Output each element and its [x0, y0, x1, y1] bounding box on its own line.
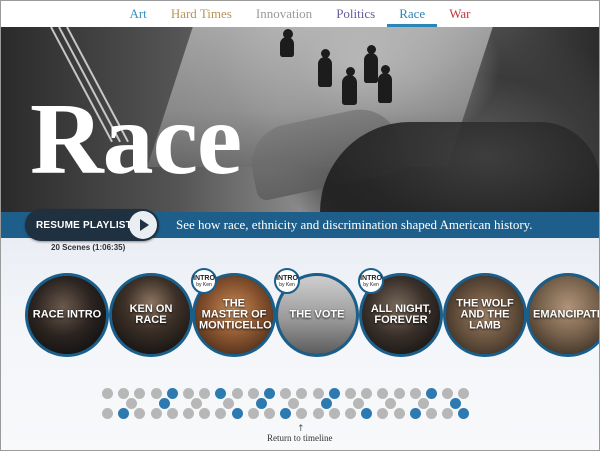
scene-emancipation[interactable]: EMANCIPATION	[526, 273, 600, 357]
timeline-dot[interactable]	[166, 388, 178, 399]
timeline-dot[interactable]	[150, 408, 162, 419]
timeline-dot[interactable]	[393, 388, 405, 399]
timeline-dot[interactable]	[312, 388, 324, 399]
intro-badge: INTRO by Ken	[358, 268, 384, 294]
timeline-dot[interactable]	[320, 398, 332, 409]
timeline-dot[interactable]	[353, 398, 364, 409]
timeline-dot[interactable]	[255, 398, 267, 409]
hero-silhouette	[280, 37, 294, 57]
timeline-dot[interactable]	[247, 388, 259, 399]
scene-wolf-and-the-lamb[interactable]: THE WOLF AND THE LAMB	[443, 273, 527, 357]
scene-title: KEN ON RACE	[129, 303, 173, 326]
resume-playlist-button[interactable]: RESUME PLAYLIST	[25, 209, 159, 241]
timeline-dot[interactable]	[409, 388, 421, 399]
timeline-dot[interactable]	[231, 408, 243, 419]
timeline-dot[interactable]	[426, 408, 437, 419]
timeline-dot[interactable]	[166, 408, 178, 419]
timeline-dot[interactable]	[393, 408, 405, 419]
timeline-dot[interactable]	[158, 398, 170, 409]
timeline-dot[interactable]	[183, 408, 194, 419]
tab-innovation[interactable]: Innovation	[244, 0, 324, 27]
tab-politics[interactable]: Politics	[324, 0, 387, 27]
scene-title: ALL NIGHT, FOREVER	[370, 303, 432, 326]
scene-ken-on-race[interactable]: KEN ON RACE	[109, 273, 193, 357]
scene-title: THE WOLF AND THE LAMB	[456, 297, 514, 332]
timeline-dot[interactable]	[417, 398, 429, 409]
intro-badge: INTRO by Ken	[274, 268, 300, 294]
hero-silhouette	[364, 53, 378, 83]
timeline-dot[interactable]	[345, 388, 356, 399]
timeline-dot[interactable]	[191, 398, 202, 409]
timeline-dot[interactable]	[345, 408, 356, 419]
timeline-dot[interactable]	[183, 388, 194, 399]
scene-title: EMANCIPATION	[533, 308, 600, 321]
scene-title: THE VOTE	[289, 308, 345, 321]
timeline-dot[interactable]	[231, 388, 243, 399]
timeline-dot[interactable]	[328, 388, 340, 399]
scene-count: 20 Scenes (1:06:35)	[51, 243, 126, 252]
tab-art[interactable]: Art	[117, 0, 158, 27]
page-title: Race	[30, 83, 242, 196]
resume-playlist-label: RESUME PLAYLIST	[36, 219, 132, 231]
category-tagline: See how race, ethnicity and discriminati…	[176, 217, 533, 232]
scene-race-intro[interactable]: RACE INTRO	[25, 273, 109, 357]
hero-image: Race	[0, 27, 600, 212]
category-nav: Art Hard Times Innovation Politics Race …	[0, 0, 600, 27]
timeline-dot[interactable]	[312, 408, 324, 419]
hero-silhouette	[378, 73, 392, 103]
tab-war[interactable]: War	[437, 0, 482, 27]
hero-silhouette	[318, 57, 332, 87]
timeline-dot[interactable]	[247, 408, 259, 419]
play-icon	[129, 211, 157, 239]
tab-race[interactable]: Race	[387, 0, 438, 27]
timeline-dot[interactable]	[102, 408, 113, 419]
timeline-dot[interactable]	[150, 388, 162, 399]
timeline-dot[interactable]	[409, 408, 421, 419]
intro-badge: INTRO by Ken	[191, 268, 217, 294]
scene-title: THE MASTER OF MONTICELLO	[199, 297, 272, 332]
timeline-dot[interactable]	[264, 408, 275, 419]
timeline-dot[interactable]	[264, 388, 275, 399]
tab-hard-times[interactable]: Hard Times	[159, 0, 244, 27]
hero-silhouette	[342, 75, 357, 105]
timeline-dot[interactable]	[102, 388, 113, 399]
scene-title: RACE INTRO	[32, 308, 102, 321]
timeline-dot[interactable]	[328, 408, 340, 419]
timeline-dot[interactable]	[426, 388, 437, 399]
return-to-timeline-link[interactable]: Return to timeline	[267, 433, 333, 443]
hero-foreground-figure	[320, 122, 600, 212]
